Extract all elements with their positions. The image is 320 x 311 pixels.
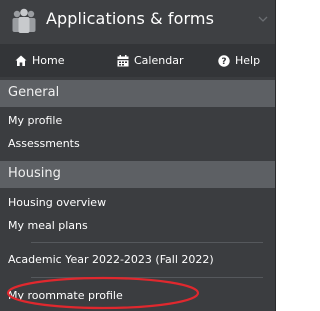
app-header[interactable]: Applications & forms: [0, 0, 275, 44]
link-housing-overview-label: Housing overview: [8, 196, 107, 209]
divider: [31, 242, 263, 243]
people-icon: [12, 8, 36, 33]
help-icon: ?: [218, 54, 230, 67]
app-title: Applications & forms: [46, 9, 215, 28]
link-my-profile-label: My profile: [8, 114, 63, 127]
link-my-meal-plans-label: My meal plans: [8, 219, 88, 232]
top-nav: Home Calendar ? Help: [0, 44, 275, 77]
home-icon: [15, 55, 27, 66]
calendar-icon: [117, 54, 129, 66]
chevron-down-icon[interactable]: [257, 13, 269, 25]
nav-home-label: Home: [32, 54, 65, 67]
nav-help[interactable]: ? Help: [218, 44, 260, 77]
section-housing-title: Housing: [8, 166, 61, 181]
section-general-header: General: [0, 80, 275, 107]
link-assessments-label: Assessments: [8, 137, 80, 150]
section-general-title: General: [8, 85, 60, 100]
section-housing-header: Housing: [0, 161, 275, 188]
highlight-ellipse: [6, 276, 200, 310]
svg-text:?: ?: [221, 57, 226, 67]
sidebar-panel: Applications & forms Home Calendar ? Hel…: [0, 0, 276, 311]
nav-home[interactable]: Home: [15, 44, 64, 77]
nav-calendar[interactable]: Calendar: [117, 44, 183, 77]
link-academic-year-label: Academic Year 2022-2023 (Fall 2022): [8, 253, 214, 266]
nav-help-label: Help: [235, 54, 261, 67]
nav-calendar-label: Calendar: [134, 54, 184, 67]
